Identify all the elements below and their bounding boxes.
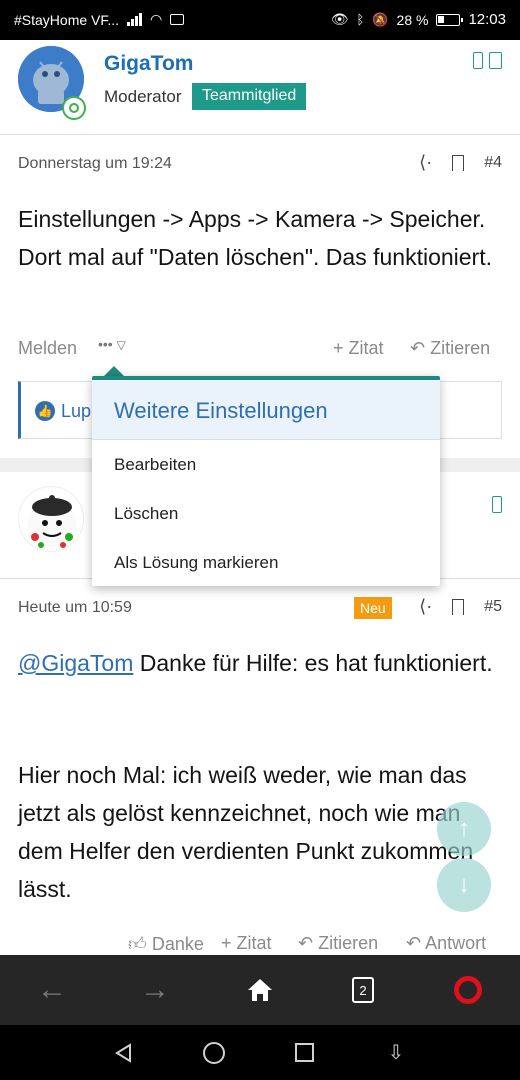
like-icon: 👍 [35,401,55,421]
triangle-back-icon [115,1042,131,1063]
post-number[interactable]: #4 [484,154,502,172]
post-body-paragraph: Hier noch Mal: ich weiß weder, wie man d… [18,762,474,902]
post1-actions: Melden ••• ▽ + Zitat ↶ Zitieren [18,336,502,362]
system-back-button[interactable] [94,1025,154,1080]
mail-notification-icon [170,14,185,25]
reply-arrow-icon: ↶ [406,933,422,953]
reply-arrow-icon: ↶ [298,933,314,953]
battery-icon [436,13,464,26]
post-number[interactable]: #5 [484,598,502,616]
bookmark-icon[interactable] [452,154,465,171]
avatar[interactable] [18,486,84,552]
post-body: Einstellungen -> Apps -> Kamera -> Speic… [18,206,492,270]
share-icon[interactable]: ⟨· [419,152,432,173]
mute-icon: 🔕 [372,11,389,27]
opera-logo-icon [454,976,482,1004]
system-home-button[interactable] [184,1025,244,1080]
more-options-button[interactable]: ••• ▽ [98,336,126,352]
carrier-label: #StayHome VF... [14,11,120,28]
post1-meta-icons: ⟨· #4 [419,152,502,173]
signal-icon [127,13,143,26]
menu-item-mark-solution[interactable]: Als Lösung markieren [92,538,440,587]
author-name[interactable]: GigaTom [104,52,193,76]
more-options-menu: Weitere Einstellungen Bearbeiten Löschen… [92,376,440,586]
post-timestamp[interactable]: Heute um 10:59 [18,599,132,617]
tabs-icon: 2 [352,977,374,1003]
opera-menu-button[interactable] [433,955,503,1025]
pull-down-icon: ⇩ [387,1042,405,1064]
snowman-avatar-icon [28,495,76,548]
post2-actions: 👍︎ Danke + Zitat ↶ Zitieren ↶ Antwort [18,933,502,957]
menu-item-delete[interactable]: Löschen [92,489,440,538]
post-body: @GigaTom Danke für Hilfe: es hat funktio… [18,644,502,682]
quote-label: Zitieren [430,338,491,358]
arrow-left-icon: ← [37,973,67,1006]
thanks-link[interactable]: 👍︎ Danke [128,933,204,955]
quote-add-link[interactable]: + Zitat [221,933,272,954]
online-status-icon [62,96,86,120]
scroll-up-button[interactable]: ↑ [437,802,491,856]
post-timestamp[interactable]: Donnerstag um 19:24 [18,155,172,173]
tablet-icon [489,52,502,69]
quote-add-link[interactable]: + Zitat [333,338,384,359]
status-bar: #StayHome VF... ◠ 👁 ᛒ 🔕 28 % 12:03 [0,0,520,40]
arrow-up-icon: ↑ [458,815,470,842]
thanks-label: Danke [151,934,204,954]
circle-home-icon [203,1041,225,1064]
author-role: Moderator [104,87,182,106]
bluetooth-icon: ᛒ [356,12,365,27]
scroll-down-button[interactable]: ↓ [437,858,491,912]
phone-icon [473,52,483,69]
reply-arrow-icon: ↶ [410,338,426,358]
reply-link[interactable]: ↶ Antwort [406,933,486,954]
home-button[interactable] [225,955,295,1025]
browser-toolbar: ← → 2 [0,955,520,1025]
post1-author-bar: GigaTom Moderator Teammitglied [0,40,520,134]
report-link[interactable]: Melden [18,338,77,359]
bookmark-icon[interactable] [452,598,465,615]
divider [0,134,520,135]
quote-link[interactable]: ↶ Zitieren [298,933,378,954]
device-icons [473,52,502,69]
phone-icon [492,496,502,513]
tabs-button[interactable]: 2 [328,955,398,1025]
back-button[interactable]: ← [17,955,87,1025]
more-dots: ••• [98,336,113,352]
arrow-right-icon: → [140,973,170,1006]
tab-count: 2 [359,982,367,998]
post-body-line: Danke für Hilfe: es hat funktioniert. [133,650,493,676]
team-badge: Teammitglied [192,83,307,110]
thumbs-up-icon: 👍︎ [128,934,147,954]
eye-icon: 👁 [330,11,349,27]
post2-meta-icons: ⟨· #5 [419,596,502,617]
system-recents-button[interactable] [274,1025,334,1080]
clock: 12:03 [468,11,506,28]
reply-label: Antwort [425,933,487,953]
user-mention-link[interactable]: @GigaTom [18,650,133,676]
reaction-users[interactable]: Lup [61,401,91,422]
wifi-icon: ◠ [150,11,163,27]
arrow-down-icon: ↓ [458,871,470,898]
notification-shade-button[interactable]: ⇩ [366,1025,426,1080]
share-icon[interactable]: ⟨· [419,596,432,617]
menu-item-edit[interactable]: Bearbeiten [92,440,440,489]
new-badge: Neu [354,597,392,619]
forward-button[interactable]: → [120,955,190,1025]
chevron-down-icon: ▽ [116,338,126,352]
home-icon [248,979,272,1001]
square-recents-icon [294,1043,314,1062]
quote-label: Zitieren [318,933,379,953]
quote-link[interactable]: ↶ Zitieren [410,338,490,359]
battery-percent: 28 % [396,11,429,28]
system-nav-bar: ⇩ [0,1025,520,1080]
menu-title: Weitere Einstellungen [92,380,440,440]
